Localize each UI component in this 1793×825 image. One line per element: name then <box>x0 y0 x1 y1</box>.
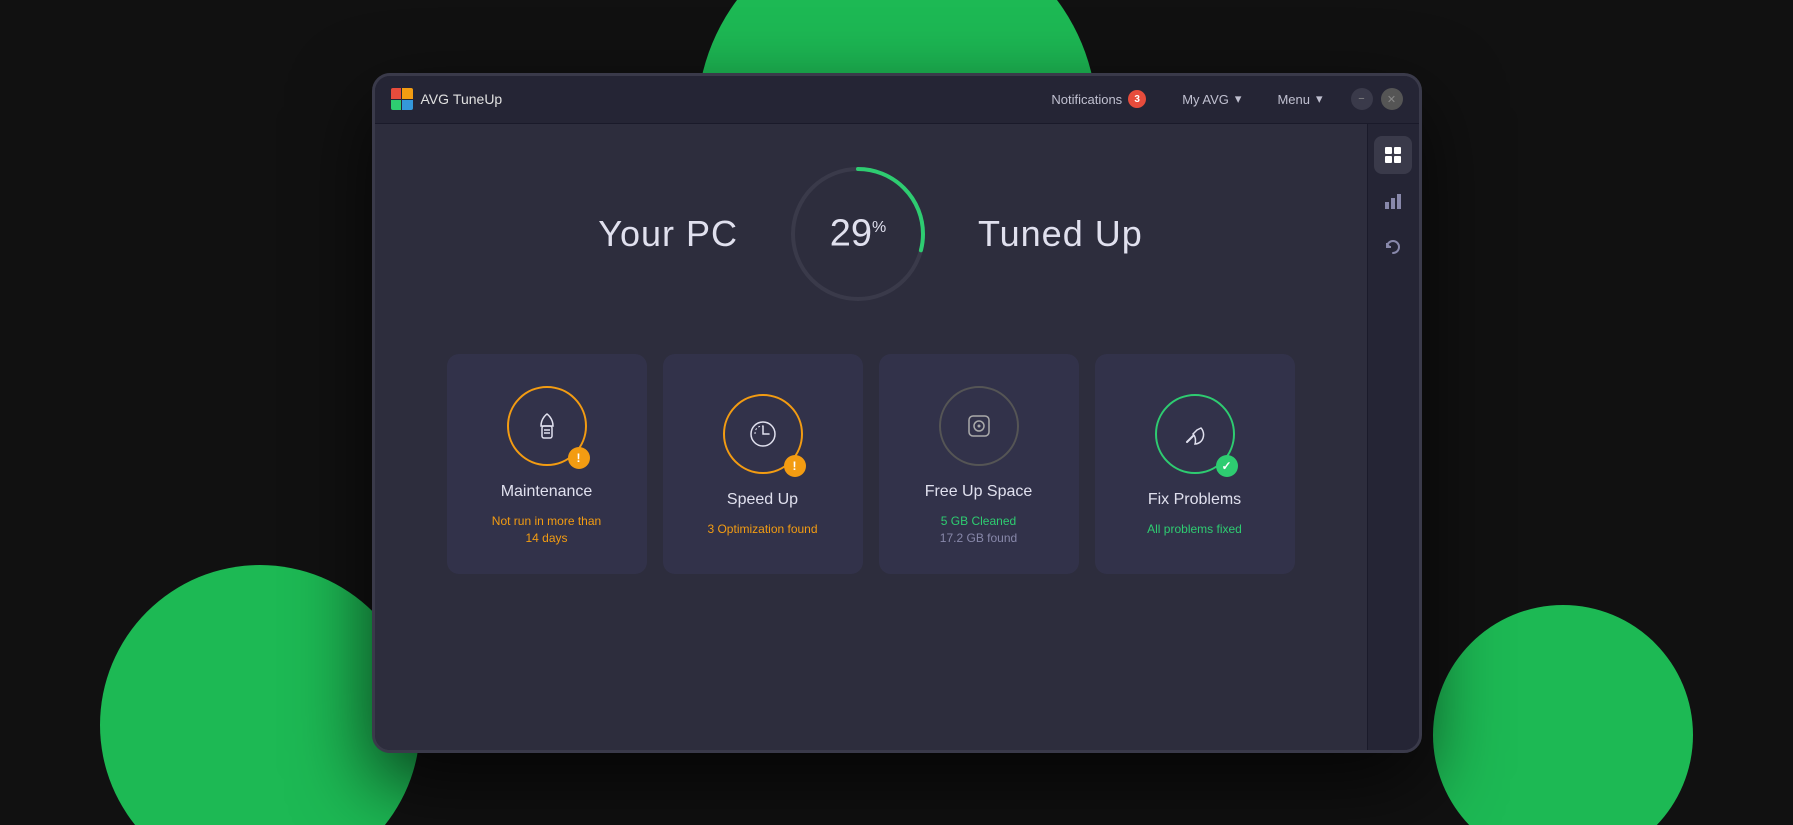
notifications-badge: 3 <box>1128 90 1146 108</box>
decorative-circle-bottom-right <box>1433 605 1693 825</box>
freespace-icon-circle <box>939 386 1019 466</box>
score-prefix: Your PC <box>598 213 738 255</box>
grid-icon <box>1384 146 1402 164</box>
sidebar-icon-refresh[interactable] <box>1374 228 1412 266</box>
menu-label: Menu <box>1277 92 1310 107</box>
fixproblems-status: All problems fixed <box>1147 521 1242 538</box>
maintenance-badge: ! <box>568 447 590 469</box>
logo-q1 <box>391 88 402 99</box>
freespace-icon-wrapper <box>934 381 1024 471</box>
sidebar-icon-grid[interactable] <box>1374 136 1412 174</box>
laptop-frame: AVG TuneUp Notifications 3 My AVG ▾ Menu… <box>372 73 1422 753</box>
fixproblems-svg-icon <box>1177 416 1213 452</box>
score-suffix: Tuned Up <box>978 213 1143 255</box>
content-area: Your PC 29% Tune <box>375 124 1367 750</box>
logo-q2 <box>402 88 413 99</box>
fixproblems-title: Fix Problems <box>1148 491 1241 509</box>
maintenance-status: Not run in more than 14 days <box>492 513 601 547</box>
freespace-status: 5 GB Cleaned 17.2 GB found <box>940 513 1017 547</box>
maintenance-svg-icon <box>529 408 565 444</box>
logo-q4 <box>402 100 413 111</box>
cards-row: ! Maintenance Not run in more than 14 da… <box>395 354 1347 574</box>
titlebar-left: AVG TuneUp <box>391 88 503 110</box>
card-fixproblems[interactable]: ✓ Fix Problems All problems fixed <box>1095 354 1295 574</box>
titlebar-right: Notifications 3 My AVG ▾ Menu ▾ − ✕ <box>1043 86 1402 112</box>
card-maintenance[interactable]: ! Maintenance Not run in more than 14 da… <box>447 354 647 574</box>
myavg-chevron: ▾ <box>1235 91 1242 107</box>
card-speedup[interactable]: ! Speed Up 3 Optimization found <box>663 354 863 574</box>
window-controls: − ✕ <box>1351 88 1403 110</box>
myavg-label: My AVG <box>1182 92 1229 107</box>
outer-background: AVG TuneUp Notifications 3 My AVG ▾ Menu… <box>0 0 1793 825</box>
fixproblems-icon-wrapper: ✓ <box>1150 389 1240 479</box>
sidebar <box>1367 124 1419 750</box>
myavg-button[interactable]: My AVG ▾ <box>1174 87 1249 111</box>
score-number: 29% <box>830 212 887 255</box>
app-container: AVG TuneUp Notifications 3 My AVG ▾ Menu… <box>375 76 1419 750</box>
speedup-status: 3 Optimization found <box>707 521 817 538</box>
titlebar: AVG TuneUp Notifications 3 My AVG ▾ Menu… <box>375 76 1419 124</box>
chart-icon <box>1384 192 1402 210</box>
menu-button[interactable]: Menu ▾ <box>1269 87 1330 111</box>
speedup-title: Speed Up <box>727 491 798 509</box>
card-freespace[interactable]: Free Up Space 5 GB Cleaned 17.2 GB found <box>879 354 1079 574</box>
logo-q3 <box>391 100 402 111</box>
notifications-button[interactable]: Notifications 3 <box>1043 86 1154 112</box>
close-button[interactable]: ✕ <box>1381 88 1403 110</box>
sidebar-icon-chart[interactable] <box>1374 182 1412 220</box>
speedup-icon-wrapper: ! <box>718 389 808 479</box>
avg-logo <box>391 88 413 110</box>
maintenance-title: Maintenance <box>501 483 593 501</box>
speedup-svg-icon <box>745 416 781 452</box>
notifications-label: Notifications <box>1051 92 1122 107</box>
main-layout: Your PC 29% Tune <box>375 124 1419 750</box>
refresh-icon <box>1384 238 1402 256</box>
menu-chevron: ▾ <box>1316 91 1323 107</box>
speedup-badge: ! <box>784 455 806 477</box>
minimize-button[interactable]: − <box>1351 88 1373 110</box>
fixproblems-badge: ✓ <box>1216 455 1238 477</box>
app-title: AVG TuneUp <box>421 91 503 107</box>
score-percent-symbol: % <box>872 218 886 235</box>
freespace-svg-icon <box>961 408 997 444</box>
score-section: Your PC 29% Tune <box>395 154 1347 314</box>
freespace-title: Free Up Space <box>925 483 1033 501</box>
score-circle-container: 29% <box>778 154 938 314</box>
maintenance-icon-wrapper: ! <box>502 381 592 471</box>
